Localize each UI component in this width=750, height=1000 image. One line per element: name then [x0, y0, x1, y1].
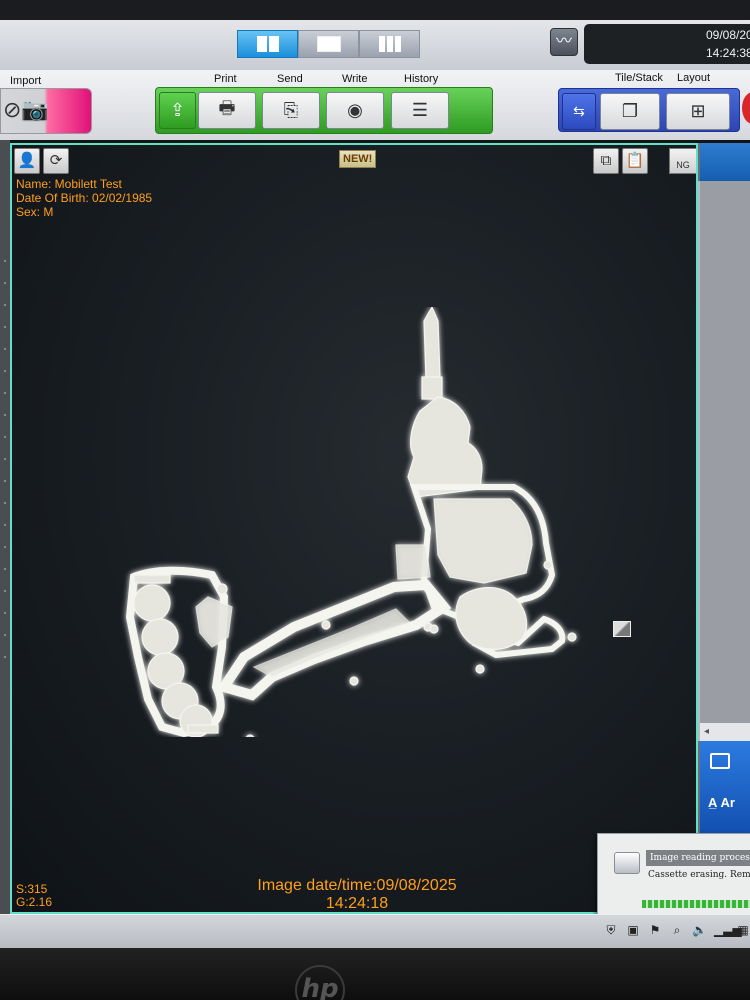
disc-icon: ◉ [347, 100, 363, 120]
popup-progress-bar [642, 900, 750, 908]
taskbar: ⛨ ▣ ⚑ ⌕ 🔈 ▁▃▅ ▦ [0, 914, 750, 948]
popup-title: Image reading process [646, 850, 750, 866]
system-tray: ⛨ ▣ ⚑ ⌕ 🔈 ▁▃▅ ▦ [604, 923, 750, 937]
shield-icon[interactable]: ⛨ [604, 923, 618, 937]
clock-display: 09/08/20 14:24:38 [584, 24, 750, 64]
image-reading-popup: Image reading process Cassette erasing. … [597, 833, 750, 918]
graph-icon[interactable]: 〰 [550, 28, 578, 56]
layout-button[interactable]: ⊞ [666, 93, 730, 130]
grid-tray-icon[interactable]: ▦ [736, 923, 750, 937]
user-icon[interactable]: 👤 [14, 148, 40, 174]
signal-icon[interactable]: ▁▃▅ [714, 923, 742, 937]
view-tab-split[interactable] [237, 30, 298, 58]
monitor-bezel-bottom: hp [0, 948, 750, 1000]
right-panel-scrollbar[interactable]: ◂ [700, 723, 750, 741]
app-icon[interactable]: ▣ [626, 923, 640, 937]
image-viewer[interactable]: 👤 ⟳ NEW! ⧉ 📋 NG Name: Mobilett Test Date… [10, 143, 698, 914]
left-side-panel [0, 140, 10, 930]
tile-icon[interactable]: ⇆ [562, 93, 596, 130]
right-side-panel: ◂ A̲ Ar [698, 143, 750, 833]
history-button[interactable]: ☰ [391, 92, 449, 129]
network-icon[interactable]: ⚑ [648, 923, 662, 937]
annotation-button[interactable]: A̲ Ar [708, 795, 735, 810]
import-button[interactable]: ⊘📷 [0, 88, 92, 134]
monitor-bezel-top [0, 0, 750, 20]
view-tab-single[interactable] [298, 30, 359, 58]
patient-info: Name: Mobilett Test Date Of Birth: 02/02… [16, 177, 152, 219]
clock-time: 14:24:38 [706, 46, 750, 60]
patient-name: Name: Mobilett Test [16, 177, 122, 191]
ng-label: NG [676, 160, 690, 170]
new-badge: NEW! [339, 150, 377, 168]
copy-icon[interactable]: ⧉ [593, 148, 619, 174]
rotate-user-icon[interactable]: ⟳ [43, 148, 69, 174]
scanner-icon [614, 852, 640, 874]
send-label: Send [277, 73, 303, 85]
output-button-group: ⇪ 🖶 ⎘ ◉ ☰ [155, 87, 493, 134]
xray-image [125, 307, 577, 737]
image-datetime-line1: Image date/time:09/08/2025 [257, 877, 457, 894]
camera-icon: ⊘📷 [3, 97, 49, 122]
upload-icon[interactable]: ⇪ [159, 92, 196, 129]
split-view-icon [256, 36, 279, 52]
send-button[interactable]: ⎘ [262, 92, 320, 129]
grid-icon: ⊞ [690, 101, 706, 121]
clipboard-icon[interactable]: 📋 [622, 148, 648, 174]
search-icon[interactable]: ⌕ [670, 923, 684, 937]
stack-button[interactable]: ❐ [600, 93, 660, 130]
toolbox-icon[interactable] [710, 753, 730, 769]
history-label: History [404, 73, 439, 85]
hp-logo: hp [295, 965, 345, 1000]
patient-sex: Sex: M [16, 205, 54, 219]
print-label: Print [214, 73, 237, 85]
screen: 〰 09/08/20 14:24:38 Import ⊘📷 Print Send… [0, 0, 750, 1000]
layout-button-group: ⇆ ❐ ⊞ [558, 88, 740, 132]
ng-button[interactable]: NG [669, 148, 696, 174]
stop-button[interactable] [742, 92, 750, 124]
right-panel-tools: A̲ Ar [700, 741, 750, 833]
send-icon: ⎘ [283, 100, 299, 120]
single-view-icon [316, 36, 341, 52]
right-panel-header [700, 143, 750, 181]
scale-marker [613, 621, 631, 637]
tile-stack-label: Tile/Stack [615, 72, 663, 84]
view-tab-multi[interactable] [359, 30, 420, 58]
top-strip: 〰 09/08/20 14:24:38 [0, 20, 750, 70]
multi-view-icon [378, 36, 401, 52]
image-datetime: Image date/time:09/08/2025 14:24:18 [232, 877, 482, 912]
print-button[interactable]: 🖶 [198, 92, 256, 129]
clock-date: 09/08/20 [706, 28, 750, 42]
list-icon: ☰ [411, 100, 429, 120]
image-datetime-line2: 14:24:18 [325, 895, 389, 912]
view-mode-tabs [237, 30, 420, 58]
patient-dob: Date Of Birth: 02/02/1985 [16, 191, 153, 205]
write-button[interactable]: ◉ [326, 92, 384, 129]
import-label: Import [10, 75, 42, 87]
printer-icon: 🖶 [218, 97, 236, 118]
write-label: Write [342, 73, 368, 85]
main-toolbar: Import ⊘📷 Print Send Write History ⇪ 🖶 ⎘… [0, 70, 750, 140]
popup-status: Cassette erasing. Remaini [648, 870, 750, 880]
g-value: G:2.16 [16, 895, 53, 909]
layout-label: Layout [677, 72, 711, 84]
stack-icon: ❐ [621, 101, 639, 121]
right-panel-list [700, 181, 750, 741]
exposure-values: S:315 G:2.16 [16, 883, 52, 909]
volume-icon[interactable]: 🔈 [692, 923, 707, 937]
